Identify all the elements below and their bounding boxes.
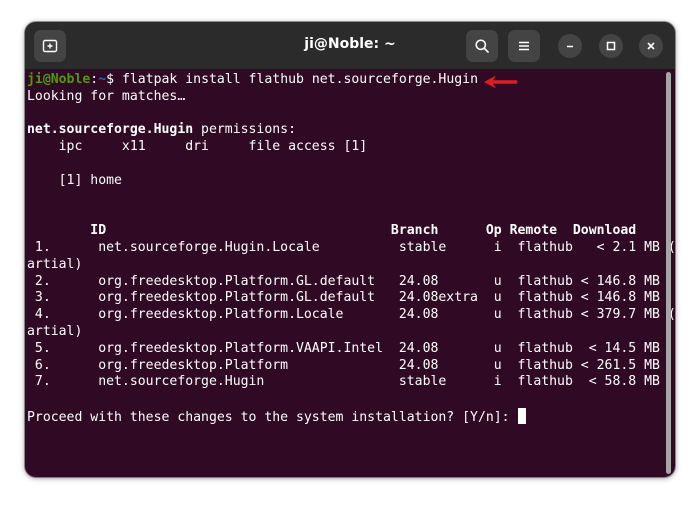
close-button[interactable] [639, 34, 663, 58]
table-row: 6. org.freedesktop.Platform 24.08 u flat… [27, 357, 660, 373]
prompt-user: ji@Noble [27, 72, 91, 87]
scrollbar[interactable] [666, 72, 671, 474]
maximize-button[interactable] [599, 34, 623, 58]
title-bar[interactable]: ji@Noble: ~ [25, 22, 675, 69]
command-text: flatpak install flathub net.sourceforge.… [121, 72, 478, 87]
table-row: 5. org.freedesktop.Platform.VAAPI.Intel … [27, 340, 660, 356]
table-header: ID Branch Op Remote Download [27, 223, 637, 239]
table-row: 4. org.freedesktop.Platform.Locale 24.08… [27, 307, 675, 323]
search-icon [475, 39, 489, 53]
table-row: 2. org.freedesktop.Platform.GL.default 2… [27, 273, 660, 289]
command-line: ji@Noble:~$ flatpak install flathub net.… [27, 72, 665, 89]
text-cursor [517, 407, 526, 424]
table-row: 7. net.sourceforge.Hugin stable i flathu… [27, 374, 660, 390]
close-icon [647, 42, 655, 50]
table-row: 3. org.freedesktop.Platform.GL.default 2… [27, 290, 660, 306]
table-row: 1. net.sourceforge.Hugin.Locale stable i… [27, 239, 675, 255]
terminal-output[interactable]: ji@Noble:~$ flatpak install flathub net.… [25, 69, 675, 477]
permissions-label: permissions: [193, 122, 296, 138]
proceed-text: Proceed with these changes to the system… [27, 409, 518, 425]
proceed-prompt[interactable]: Proceed with these changes to the system… [27, 407, 665, 425]
table-row-wrap: artial) [27, 256, 83, 272]
looking-line: Looking for matches… [27, 88, 186, 104]
menu-button[interactable] [508, 30, 540, 62]
minimize-icon [567, 45, 573, 48]
search-button[interactable] [466, 30, 498, 62]
hamburger-menu-icon [519, 41, 529, 51]
permissions-app-id: net.sourceforge.Hugin [27, 122, 194, 138]
red-arrow-icon [484, 75, 517, 89]
minimize-button[interactable] [558, 34, 582, 58]
table-row-wrap: artial) [27, 323, 83, 339]
terminal-window: ji@Noble: ~ ji@Noble:~$ flatpak install … [25, 22, 675, 477]
prompt-dollar: $ [106, 72, 122, 87]
permissions-reference: [1] home [27, 172, 122, 188]
prompt-path: ~ [98, 72, 107, 87]
permissions-list: ipc x11 dri file access [1] [27, 139, 368, 155]
maximize-icon [606, 41, 616, 51]
permissions-heading: net.sourceforge.Hugin permissions: [27, 122, 665, 139]
